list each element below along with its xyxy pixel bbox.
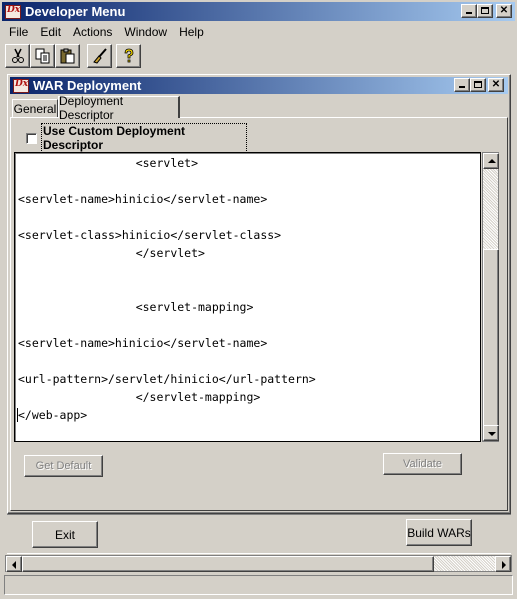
code-line: <url-pattern>/servlet/hinicio</url-patte…: [18, 372, 316, 386]
app-logo-icon: [5, 4, 21, 19]
custom-descriptor-checkbox-row[interactable]: Use Custom Deployment Descriptor: [26, 123, 247, 153]
code-line: </servlet-mapping>: [18, 390, 261, 404]
exit-button[interactable]: Exit: [32, 521, 98, 548]
paste-button[interactable]: [55, 44, 80, 68]
inner-title-bar: WAR Deployment ✕: [10, 77, 508, 94]
menu-edit[interactable]: Edit: [40, 25, 61, 39]
cut-button[interactable]: [5, 44, 30, 68]
tab-general[interactable]: General: [12, 99, 58, 117]
descriptor-editor[interactable]: <servlet> <servlet-name>hinicio</servlet-…: [14, 152, 481, 442]
code-line: <servlet>: [18, 156, 199, 170]
custom-descriptor-checkbox[interactable]: [26, 132, 37, 144]
inner-maximize-button[interactable]: [470, 78, 486, 92]
inner-close-icon: ✕: [491, 79, 501, 90]
menu-window[interactable]: Window: [124, 25, 167, 39]
brush-icon: [92, 48, 107, 64]
inner-app-logo-icon: [13, 78, 29, 93]
code-line: <servlet-class>hinicio</servlet-class>: [18, 228, 282, 242]
code-line: <servlet-name>hinicio</servlet-name>: [18, 336, 268, 350]
scissors-icon: [11, 48, 24, 63]
copy-icon: [35, 48, 49, 64]
tab-deployment-descriptor[interactable]: Deployment Descriptor: [58, 94, 180, 122]
clipboard-icon: [60, 48, 74, 64]
menu-actions[interactable]: Actions: [73, 25, 112, 39]
tab-deployment-descriptor-label: Deployment Descriptor: [59, 93, 124, 122]
close-button[interactable]: ✕: [496, 4, 512, 18]
copy-button[interactable]: [30, 44, 55, 68]
main-title-bar: Developer Menu ✕: [2, 2, 515, 21]
question-icon: [124, 48, 133, 63]
get-default-button[interactable]: Get Default: [24, 455, 103, 477]
horizontal-scroll-thumb[interactable]: [22, 556, 434, 572]
minimize-button[interactable]: [461, 4, 477, 18]
custom-descriptor-label: Use Custom Deployment Descriptor: [41, 123, 247, 153]
menu-bar: File Edit Actions Window Help: [9, 24, 509, 40]
inner-window-title: WAR Deployment: [33, 78, 142, 93]
build-wars-label: Build WARs: [407, 525, 471, 540]
editor-vertical-scrollbar[interactable]: [482, 152, 499, 442]
help-button[interactable]: [116, 44, 141, 68]
clean-button[interactable]: [87, 44, 112, 68]
code-line: <servlet-mapping>: [18, 300, 254, 314]
exit-label: Exit: [54, 527, 75, 542]
validate-label: Validate: [403, 458, 442, 470]
validate-button[interactable]: Validate: [383, 453, 462, 475]
text-caret: [17, 408, 18, 422]
toolbar: [5, 44, 145, 68]
main-horizontal-scrollbar[interactable]: [5, 555, 512, 572]
close-icon: ✕: [499, 5, 509, 16]
code-line: <servlet-name>hinicio</servlet-name>: [18, 192, 268, 206]
scroll-left-button[interactable]: [6, 556, 22, 572]
scroll-thumb[interactable]: [483, 249, 499, 427]
scroll-right-button[interactable]: [495, 556, 511, 572]
menu-help[interactable]: Help: [179, 25, 204, 39]
tab-general-label: General: [13, 101, 57, 116]
build-wars-button[interactable]: Build WARs: [406, 519, 472, 546]
code-line: </servlet>: [18, 246, 205, 260]
inner-minimize-button[interactable]: [454, 78, 470, 92]
app-root: Developer Menu ✕ File Edit Actions Windo…: [0, 0, 517, 599]
inner-close-button[interactable]: ✕: [488, 78, 504, 92]
status-bar: [4, 575, 513, 595]
get-default-label: Get Default: [35, 460, 92, 472]
scroll-up-button[interactable]: [483, 153, 499, 169]
code-line: </web-app>: [18, 408, 88, 422]
scroll-down-button[interactable]: [483, 425, 499, 441]
menu-file[interactable]: File: [9, 25, 28, 39]
maximize-button[interactable]: [477, 4, 493, 18]
main-window-title: Developer Menu: [25, 4, 126, 19]
